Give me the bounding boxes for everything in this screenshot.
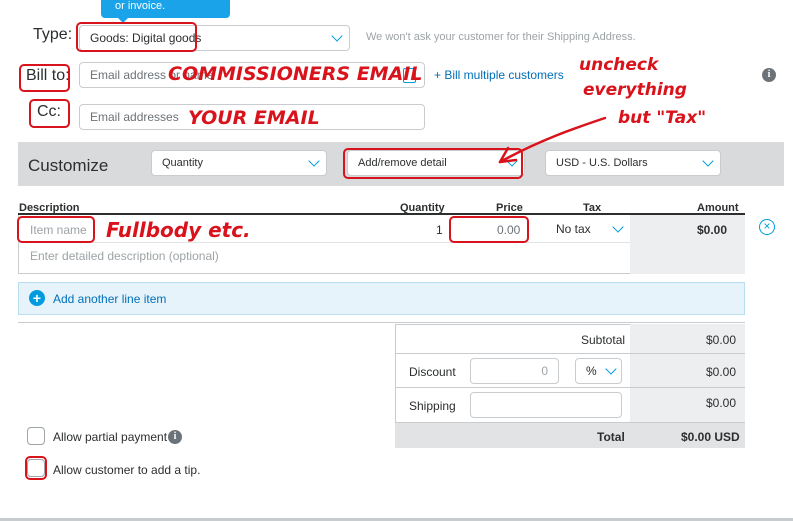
quantity-select[interactable]: Quantity: [151, 150, 327, 176]
item-price-input[interactable]: 0.00: [497, 223, 520, 237]
summary-line: [395, 387, 745, 388]
discount-value: $0.00: [706, 365, 737, 379]
type-select-value: Goods: Digital goods: [90, 31, 202, 45]
chevron-down-icon: [308, 155, 320, 167]
shipping-label: Shipping: [409, 399, 456, 413]
tip-checkbox[interactable]: [27, 459, 45, 477]
detail-select-value: Add/remove detail: [358, 157, 447, 169]
partial-payment-checkbox[interactable]: [27, 427, 45, 445]
item-tax-select[interactable]: No tax: [556, 221, 626, 236]
annotation-uncheck-1: uncheck: [579, 55, 659, 75]
discount-label: Discount: [409, 365, 456, 379]
remove-item-icon[interactable]: ×: [759, 219, 775, 235]
type-label: Type:: [33, 26, 73, 43]
total-label: Total: [597, 430, 625, 444]
subtotal-value: $0.00: [706, 333, 737, 347]
add-line-item-label: Add another line item: [53, 292, 167, 306]
discount-input-value: 0: [541, 364, 548, 378]
item-divider: [18, 242, 630, 243]
cc-label: Cc:: [37, 103, 61, 120]
annotation-your-email: YOUR EMAIL: [188, 107, 320, 129]
quantity-select-value: Quantity: [162, 157, 203, 169]
summary-line: [395, 422, 745, 423]
cc-placeholder: Email addresses: [90, 110, 179, 124]
tooltip: or invoice.: [101, 0, 230, 18]
bill-to-label: Bill to:: [26, 67, 70, 84]
item-name-input[interactable]: Item name: [30, 223, 87, 237]
subtotal-label: Subtotal: [581, 333, 626, 347]
summary-line: [395, 353, 745, 354]
bill-multiple-link[interactable]: + Bill multiple customers: [434, 68, 564, 82]
info-icon[interactable]: i: [168, 430, 182, 444]
annotation-arrow: [498, 116, 607, 164]
amount-cell-bg: [630, 215, 745, 274]
item-amount: $0.00: [697, 223, 728, 237]
chevron-down-icon: [331, 30, 343, 42]
chevron-down-icon: [702, 155, 714, 167]
item-tax-value: No tax: [556, 222, 591, 236]
type-select[interactable]: Goods: Digital goods: [79, 25, 350, 51]
tip-label: Allow customer to add a tip.: [53, 463, 201, 477]
shipping-value: $0.00: [706, 396, 737, 410]
discount-input[interactable]: 0: [470, 358, 559, 384]
tooltip-arrow: [117, 17, 129, 23]
shipping-input[interactable]: [470, 392, 622, 418]
annotation-commissioner: COMMISSIONERS EMAIL: [168, 63, 423, 85]
annotation-fullbody: Fullbody etc.: [106, 218, 251, 242]
item-quantity-input[interactable]: 1: [436, 223, 443, 237]
total-value: $0.00 USD: [681, 430, 740, 444]
discount-unit-select[interactable]: %: [575, 358, 622, 384]
discount-unit-value: %: [586, 364, 597, 378]
customize-title: Customize: [28, 156, 109, 175]
add-icon: +: [29, 290, 45, 306]
chevron-down-icon: [612, 221, 624, 233]
tooltip-text: or invoice.: [115, 0, 166, 12]
section-divider: [18, 322, 745, 323]
info-icon[interactable]: i: [762, 68, 776, 82]
type-hint: We won't ask your customer for their Shi…: [366, 31, 636, 43]
annotation-uncheck-2: everything: [583, 80, 687, 100]
chevron-down-icon: [605, 363, 617, 375]
item-description-input[interactable]: Enter detailed description (optional): [30, 249, 219, 263]
annotation-uncheck-3: but "Tax": [618, 108, 707, 128]
partial-payment-label: Allow partial payment: [53, 430, 168, 444]
